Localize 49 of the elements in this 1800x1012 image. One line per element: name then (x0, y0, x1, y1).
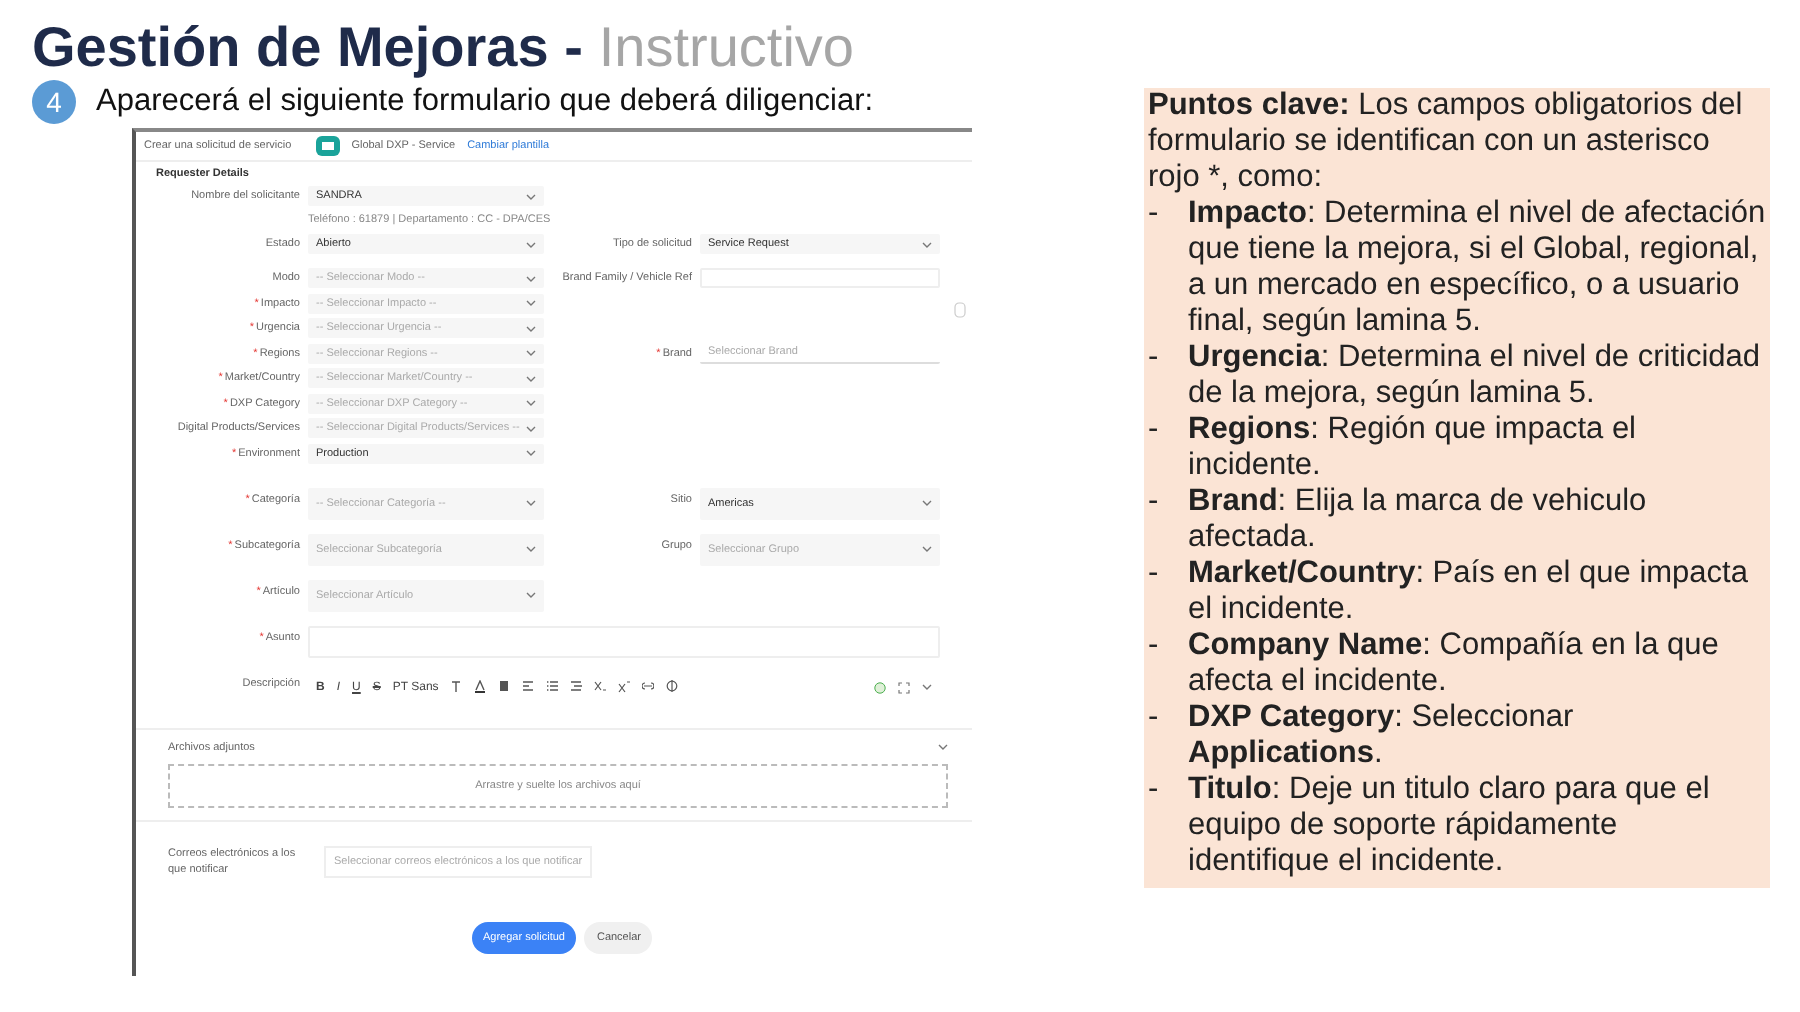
instruction-text: Aparecerá el siguiente formulario que deberá diligenciar: (96, 84, 874, 120)
step-number-badge: 4 (32, 80, 76, 124)
indent-icon[interactable] (570, 680, 583, 694)
chevron-down-icon (526, 300, 536, 306)
list-bullet: - (1148, 196, 1161, 234)
chevron-down-icon (526, 546, 536, 552)
app-logo-icon (315, 136, 340, 156)
key-point-text: Regions: Región que impacta el incidente. (1188, 412, 1639, 484)
chevron-down-icon (922, 684, 932, 690)
chevron-down-icon (526, 425, 536, 431)
chevron-down-icon (922, 500, 932, 506)
key-point-text: Company Name: Compañía en la que afecta el incidente. (1188, 628, 1721, 700)
superscript-icon[interactable] (618, 680, 631, 694)
chevron-down-icon (526, 400, 536, 406)
key-point-text: DXP Category: Seleccionar Applications. (1188, 700, 1576, 772)
chevron-down-icon (526, 193, 536, 199)
list-icon[interactable] (546, 680, 559, 694)
align-icon[interactable] (522, 680, 535, 694)
chevron-down-icon (526, 450, 536, 456)
chevron-down-icon (526, 275, 536, 281)
link-icon[interactable] (642, 680, 655, 694)
fullscreen-icon[interactable] (898, 681, 910, 693)
subscript-icon[interactable] (594, 680, 607, 694)
key-point-text: Titulo: Deje un titulo claro para que el equipo de soporte rápidamente identifique el incidente. (1188, 772, 1712, 880)
list-bullet: - (1148, 700, 1161, 738)
chevron-down-icon (526, 375, 536, 381)
chevron-down-icon (922, 546, 932, 552)
chevron-down-icon (526, 592, 536, 598)
key-point-text: Brand: Elija la marca de vehiculo afectada. (1188, 484, 1649, 556)
chevron-down-icon (526, 241, 536, 247)
list-bullet: - (1148, 412, 1161, 450)
key-point-text: Market/Country: País en el que impacta el incidente. (1188, 556, 1750, 628)
list-bullet: - (1148, 628, 1161, 666)
key-point-text: Urgencia: Determina el nivel de criticidad de la mejora, según lamina 5. (1188, 340, 1763, 412)
list-bullet: - (1148, 772, 1161, 810)
font-color-icon[interactable] (474, 680, 487, 694)
list-bullet: - (1148, 484, 1161, 522)
slide-title: Gestión de Mejoras - (32, 16, 583, 80)
list-bullet: - (1148, 340, 1161, 378)
slide-subtitle: Instructivo (598, 16, 855, 80)
chevron-down-icon[interactable] (938, 744, 948, 750)
text-size-icon[interactable] (450, 680, 463, 694)
list-bullet: - (1148, 556, 1161, 594)
key-point-text: Impacto: Determina el nivel de afectación que tiene la mejora, si el Global, regional, a un mercado en específico, o a usuario final, según lamina 5. (1188, 196, 1766, 340)
key-points-intro: Puntos clave: Los campos obligatorios del formulario se identifican con un asterisco rojo *, como: (1148, 88, 1745, 196)
chevron-down-icon (526, 325, 536, 331)
chevron-down-icon (526, 500, 536, 506)
chevron-down-icon (922, 241, 932, 247)
chevron-down-icon (526, 350, 536, 356)
